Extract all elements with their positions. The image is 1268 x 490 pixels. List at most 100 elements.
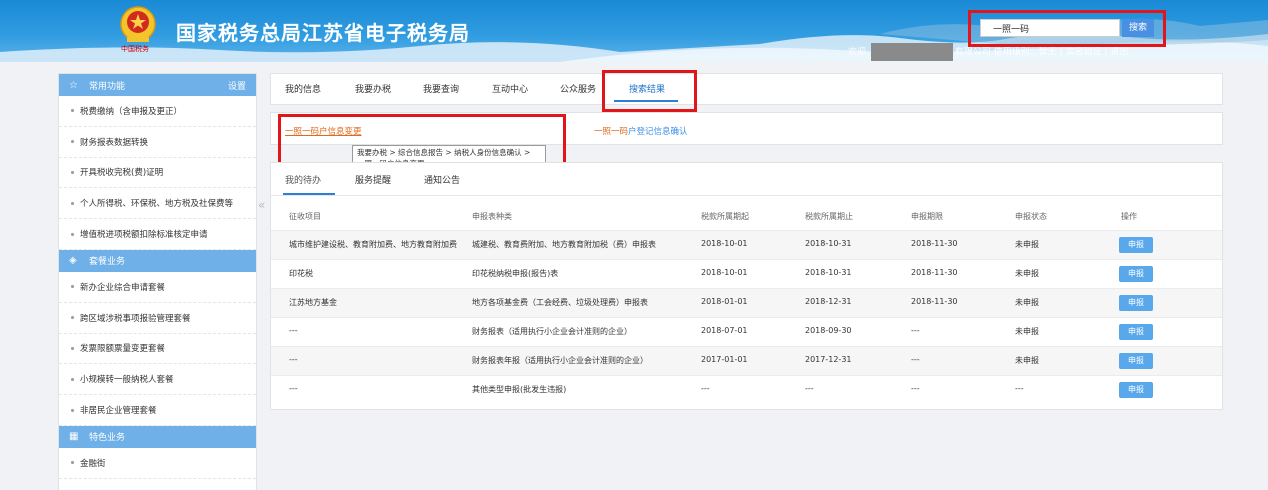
cell-deadline: ---: [911, 355, 920, 364]
search-results-panel: 一照一码户信息变更 一照一码户登记信息确认: [270, 112, 1223, 145]
cell-levy-item: ---: [289, 384, 298, 393]
subtab-reminders[interactable]: 服务提醒: [355, 173, 391, 186]
cell-period-end: ---: [805, 384, 814, 393]
sidebar-item-new-enterprise[interactable]: 新办企业综合申请套餐: [59, 272, 256, 303]
col-header: 申报表种类: [472, 212, 512, 221]
col-header: 操作: [1121, 212, 1137, 221]
declare-button[interactable]: 申报: [1119, 353, 1153, 369]
bullet-icon: [71, 140, 74, 144]
section-title: 特色业务: [89, 433, 126, 444]
cell-period-end: 2018-10-31: [805, 268, 852, 277]
separator: |: [1104, 47, 1108, 58]
sidebar-item-tax-payment[interactable]: 税费缴纳（含申报及更正）: [59, 96, 256, 127]
cell-period-end: 2018-12-31: [805, 297, 852, 306]
tooltip-line: 我要办税 > 综合信息报告 > 纳税人身份信息确认 >: [357, 148, 531, 157]
bullet-icon: [71, 170, 74, 174]
layers-icon: ◈: [69, 255, 77, 267]
result-link-info-change[interactable]: 一照一码户信息变更: [285, 125, 362, 137]
sidebar-item-finance-street[interactable]: 金融街: [59, 448, 256, 479]
logout-link[interactable]: 退出: [1110, 48, 1128, 58]
result-link-prefix: 一照一码: [594, 127, 629, 137]
sidebar-item-label: 开具税收完税(费)证明: [80, 168, 164, 179]
star-icon: ☆: [69, 79, 78, 91]
cell-status: ---: [1015, 384, 1024, 393]
real-name-verify-link[interactable]: 实名验证: [1066, 48, 1102, 58]
cell-form-type: 财务报表年报（适用执行小企业会计准则的企业）: [472, 356, 648, 365]
emblem-caption: 中国税务: [121, 45, 149, 53]
search-button[interactable]: 搜索: [1122, 19, 1154, 37]
welcome-bar: 欢迎, 有限公司 信用级别：暂无 | 实名验证 | 退出: [848, 43, 1128, 61]
col-header: 税款所属期起: [701, 212, 749, 221]
tax-emblem-icon: [120, 6, 156, 42]
bullet-icon: [71, 109, 74, 113]
sidebar-item-label: 增值税进项税额扣除标准核定申请: [80, 230, 208, 241]
declare-button[interactable]: 申报: [1119, 382, 1153, 398]
sidebar-item-report-convert[interactable]: 财务报表数据转换: [59, 127, 256, 158]
cell-period-end: 2018-09-30: [805, 326, 852, 335]
settings-link[interactable]: 设置: [228, 79, 246, 92]
tab-search-results[interactable]: 搜索结果: [629, 82, 665, 95]
declare-button[interactable]: 申报: [1119, 237, 1153, 253]
todo-panel: 我的待办 服务提醒 通知公告 征收项目 申报表种类 税款所属期起 税款所属期止 …: [270, 162, 1223, 410]
declare-button[interactable]: 申报: [1119, 295, 1153, 311]
sidebar-item-label: 跨区域涉税事项报验管理套餐: [80, 313, 191, 324]
cell-form-type: 地方各项基金费（工会经费、垃圾处理费）申报表: [472, 298, 648, 307]
sidebar-section-featured[interactable]: ▦ 特色业务: [59, 425, 256, 448]
declare-button[interactable]: 申报: [1119, 266, 1153, 282]
sub-tabs: 我的待办 服务提醒 通知公告: [271, 163, 1222, 196]
sidebar-item-invoice-limit[interactable]: 发票限额票量变更套餐: [59, 334, 256, 365]
result-link-registration-confirm[interactable]: 一照一码户登记信息确认: [594, 125, 688, 137]
sidebar-section-packages[interactable]: ◈ 套餐业务: [59, 249, 256, 272]
cell-status: 未申报: [1015, 327, 1039, 336]
redacted-company-name: [870, 43, 953, 61]
col-header: 征收项目: [289, 212, 321, 221]
sidebar-item-label: 非居民企业管理套餐: [80, 406, 157, 417]
sidebar-item-label: 金融街: [80, 458, 106, 469]
main-tabs: 我的信息 我要办税 我要查询 互动中心 公众服务 搜索结果: [270, 73, 1223, 105]
sidebar-item-tax-certificate[interactable]: 开具税收完税(费)证明: [59, 158, 256, 189]
collapse-sidebar-icon[interactable]: «: [258, 198, 265, 212]
table-row: --- 其他类型申报(批发生违报) --- --- --- --- 申报: [271, 375, 1222, 404]
cell-deadline: 2018-11-30: [911, 297, 958, 306]
site-title: 国家税务总局江苏省电子税务局: [176, 21, 470, 45]
site-header: 中国税务 国家税务总局江苏省电子税务局 搜索 欢迎, 有限公司 信用级别：暂无 |…: [0, 0, 1268, 62]
cell-levy-item: 江苏地方基金: [289, 298, 337, 307]
sidebar-section-common[interactable]: ☆ 常用功能 设置: [59, 74, 256, 96]
cell-form-type: 印花税纳税申报(报告)表: [472, 269, 559, 278]
company-suffix: 有限公司: [954, 47, 991, 58]
col-header: 申报期限: [911, 212, 943, 221]
sidebar-item-small-scale[interactable]: 小规模转一般纳税人套餐: [59, 364, 256, 396]
cell-deadline: ---: [911, 384, 920, 393]
subtab-my-todo[interactable]: 我的待办: [285, 173, 321, 186]
sidebar-item-vat-deduction[interactable]: 增值税进项税额扣除标准核定申请: [59, 219, 256, 250]
sidebar: ☆ 常用功能 设置 税费缴纳（含申报及更正） 财务报表数据转换 开具税收完税(费…: [58, 73, 257, 490]
search-input[interactable]: [980, 19, 1120, 37]
bullet-icon: [71, 377, 74, 381]
bullet-icon: [71, 232, 74, 236]
sidebar-item-label: 发票限额票量变更套餐: [80, 344, 166, 355]
sidebar-item-non-resident[interactable]: 非居民企业管理套餐: [59, 395, 256, 426]
cell-levy-item: 印花税: [289, 269, 313, 278]
sidebar-item-label: 税费缴纳（含申报及更正）: [80, 106, 183, 117]
table-row: --- 财务报表（适用执行小企业会计准则的企业） 2018-07-01 2018…: [271, 317, 1222, 346]
cell-period-start: ---: [701, 384, 710, 393]
credit-level: 信用级别：暂无: [993, 47, 1057, 58]
tab-public-service[interactable]: 公众服务: [560, 82, 596, 95]
tab-interaction[interactable]: 互动中心: [492, 82, 528, 95]
cell-levy-item: 城市维护建设税、教育附加费、地方教育附加费: [289, 240, 457, 249]
sidebar-item-personal-tax[interactable]: 个人所得税、环保税、地方税及社保费等: [59, 188, 256, 220]
declare-button[interactable]: 申报: [1119, 324, 1153, 340]
bullet-icon: [71, 285, 74, 289]
sidebar-item-cross-region[interactable]: 跨区域涉税事项报验管理套餐: [59, 303, 256, 334]
section-title: 常用功能: [89, 81, 126, 92]
cell-status: 未申报: [1015, 298, 1039, 307]
cell-period-start: 2017-01-01: [701, 355, 748, 364]
cell-deadline: 2018-11-30: [911, 268, 958, 277]
table-row: 印花税 印花税纳税申报(报告)表 2018-10-01 2018-10-31 2…: [271, 259, 1222, 288]
cell-period-end: 2017-12-31: [805, 355, 852, 364]
bullet-icon: [71, 316, 74, 320]
tab-my-info[interactable]: 我的信息: [285, 82, 321, 95]
tab-tax-handling[interactable]: 我要办税: [355, 82, 391, 95]
tab-query[interactable]: 我要查询: [423, 82, 459, 95]
subtab-notices[interactable]: 通知公告: [424, 173, 460, 186]
